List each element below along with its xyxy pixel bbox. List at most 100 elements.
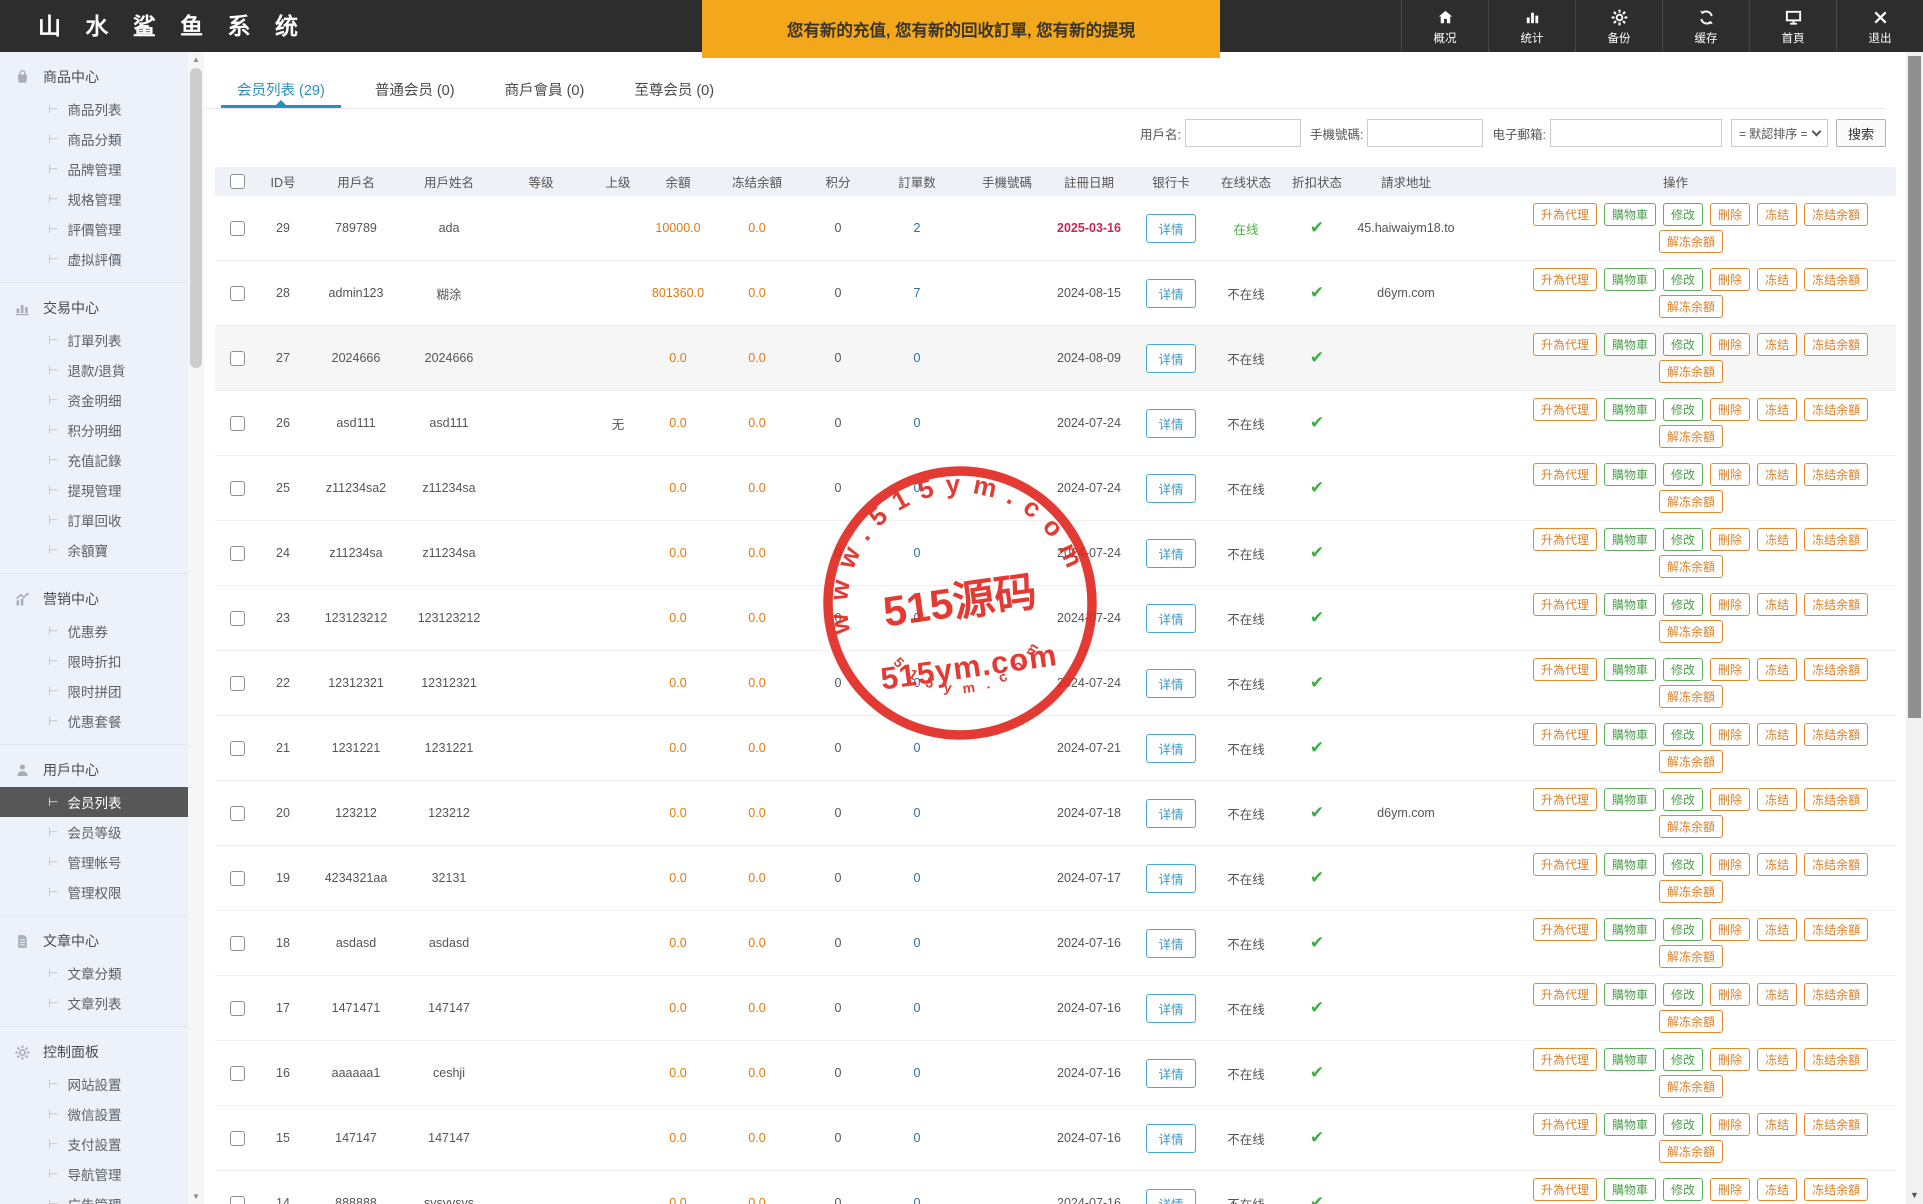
sidebar-item-资金明细[interactable]: ⊢资金明细 xyxy=(0,385,188,415)
sidebar-item-商品分類[interactable]: ⊢商品分類 xyxy=(0,124,188,154)
bank-detail-button[interactable]: 详情 xyxy=(1146,864,1195,893)
action-button-修改[interactable]: 修改 xyxy=(1663,658,1703,681)
action-button-購物車[interactable]: 購物車 xyxy=(1604,723,1656,746)
action-button-購物車[interactable]: 購物車 xyxy=(1604,203,1656,226)
bank-detail-button[interactable]: 详情 xyxy=(1146,279,1195,308)
row-checkbox[interactable] xyxy=(230,351,245,366)
tab-会员列表 (29)[interactable]: 会员列表 (29) xyxy=(235,70,327,108)
member-order-count[interactable]: 0 xyxy=(871,871,963,885)
action-button-解冻余額[interactable]: 解冻余額 xyxy=(1659,1010,1723,1033)
sidebar-item-会员列表[interactable]: ⊢会员列表 xyxy=(0,787,188,817)
bank-detail-button[interactable]: 详情 xyxy=(1146,539,1195,568)
row-checkbox[interactable] xyxy=(230,871,245,886)
action-button-購物車[interactable]: 購物車 xyxy=(1604,1113,1656,1136)
sort-select[interactable]: = 默認排序 = xyxy=(1731,119,1828,147)
member-order-count[interactable]: 2 xyxy=(871,221,963,235)
sidebar-item-规格管理[interactable]: ⊢规格管理 xyxy=(0,184,188,214)
action-button-修改[interactable]: 修改 xyxy=(1663,723,1703,746)
sidebar-item-会员等级[interactable]: ⊢会员等级 xyxy=(0,817,188,847)
bank-detail-button[interactable]: 详情 xyxy=(1146,929,1195,958)
action-button-冻结[interactable]: 冻结 xyxy=(1757,333,1797,356)
action-button-購物車[interactable]: 購物車 xyxy=(1604,983,1656,1006)
action-button-冻结余額[interactable]: 冻结余額 xyxy=(1804,918,1868,941)
action-button-冻结[interactable]: 冻结 xyxy=(1757,983,1797,1006)
topnav-概况[interactable]: 概况 xyxy=(1401,0,1488,52)
action-button-購物車[interactable]: 購物車 xyxy=(1604,268,1656,291)
bank-detail-button[interactable]: 详情 xyxy=(1146,409,1195,438)
sidebar-item-支付設置[interactable]: ⊢支付設置 xyxy=(0,1129,188,1159)
member-order-count[interactable]: 0 xyxy=(871,351,963,365)
action-button-解冻余額[interactable]: 解冻余額 xyxy=(1659,880,1723,903)
sidebar-item-虚拟評價[interactable]: ⊢虚拟評價 xyxy=(0,244,188,274)
sidebar-item-充值記錄[interactable]: ⊢充值記錄 xyxy=(0,445,188,475)
row-checkbox[interactable] xyxy=(230,1001,245,1016)
action-button-冻结[interactable]: 冻结 xyxy=(1757,658,1797,681)
tab-商戶會員 (0)[interactable]: 商戶會員 (0) xyxy=(503,70,587,108)
action-button-修改[interactable]: 修改 xyxy=(1663,203,1703,226)
topnav-备份[interactable]: 备份 xyxy=(1575,0,1662,52)
action-button-解冻余額[interactable]: 解冻余額 xyxy=(1659,360,1723,383)
action-button-修改[interactable]: 修改 xyxy=(1663,398,1703,421)
action-button-購物車[interactable]: 購物車 xyxy=(1604,853,1656,876)
action-button-刪除[interactable]: 刪除 xyxy=(1710,788,1750,811)
action-button-解冻余額[interactable]: 解冻余額 xyxy=(1659,1140,1723,1163)
bank-detail-button[interactable]: 详情 xyxy=(1146,214,1195,243)
action-button-刪除[interactable]: 刪除 xyxy=(1710,333,1750,356)
sidebar-item-文章分類[interactable]: ⊢文章分類 xyxy=(0,958,188,988)
action-button-冻结余額[interactable]: 冻结余額 xyxy=(1804,333,1868,356)
sidebar-section-title[interactable]: 营销中心 xyxy=(0,582,188,616)
action-button-冻结余額[interactable]: 冻结余額 xyxy=(1804,593,1868,616)
sidebar-item-品牌管理[interactable]: ⊢品牌管理 xyxy=(0,154,188,184)
sidebar-section-title[interactable]: 商品中心 xyxy=(0,60,188,94)
sidebar-item-广告管理[interactable]: ⊢广告管理 xyxy=(0,1189,188,1204)
action-button-解冻余額[interactable]: 解冻余額 xyxy=(1659,1075,1723,1098)
member-order-count[interactable]: 0 xyxy=(871,806,963,820)
action-button-解冻余額[interactable]: 解冻余額 xyxy=(1659,685,1723,708)
member-order-count[interactable]: 0 xyxy=(871,416,963,430)
action-button-冻结[interactable]: 冻结 xyxy=(1757,918,1797,941)
action-button-解冻余額[interactable]: 解冻余額 xyxy=(1659,490,1723,513)
page-scrollbar-thumb[interactable] xyxy=(1908,56,1921,718)
action-button-冻结[interactable]: 冻结 xyxy=(1757,203,1797,226)
row-checkbox[interactable] xyxy=(230,676,245,691)
action-button-修改[interactable]: 修改 xyxy=(1663,1113,1703,1136)
bank-detail-button[interactable]: 详情 xyxy=(1146,604,1195,633)
row-checkbox[interactable] xyxy=(230,936,245,951)
sidebar-scrollbar-thumb[interactable] xyxy=(190,68,202,368)
action-button-解冻余額[interactable]: 解冻余額 xyxy=(1659,815,1723,838)
action-button-升為代理[interactable]: 升為代理 xyxy=(1533,788,1597,811)
action-button-刪除[interactable]: 刪除 xyxy=(1710,1113,1750,1136)
action-button-刪除[interactable]: 刪除 xyxy=(1710,398,1750,421)
action-button-解冻余額[interactable]: 解冻余額 xyxy=(1659,555,1723,578)
sidebar-item-优惠券[interactable]: ⊢优惠券 xyxy=(0,616,188,646)
action-button-解冻余額[interactable]: 解冻余額 xyxy=(1659,620,1723,643)
scroll-up-icon[interactable]: ▲ xyxy=(188,55,204,64)
action-button-升為代理[interactable]: 升為代理 xyxy=(1533,918,1597,941)
sidebar-scrollbar[interactable]: ▲ ▼ xyxy=(188,52,204,1204)
action-button-冻结余額[interactable]: 冻结余額 xyxy=(1804,1178,1868,1201)
action-button-刪除[interactable]: 刪除 xyxy=(1710,593,1750,616)
member-order-count[interactable]: 0 xyxy=(871,481,963,495)
bank-detail-button[interactable]: 详情 xyxy=(1146,994,1195,1023)
email-input[interactable] xyxy=(1550,119,1722,147)
action-button-冻结余額[interactable]: 冻结余額 xyxy=(1804,658,1868,681)
action-button-冻结[interactable]: 冻结 xyxy=(1757,398,1797,421)
sidebar-section-title[interactable]: 交易中心 xyxy=(0,291,188,325)
action-button-購物車[interactable]: 購物車 xyxy=(1604,463,1656,486)
action-button-升為代理[interactable]: 升為代理 xyxy=(1533,658,1597,681)
action-button-冻结余額[interactable]: 冻结余額 xyxy=(1804,853,1868,876)
action-button-修改[interactable]: 修改 xyxy=(1663,1178,1703,1201)
row-checkbox[interactable] xyxy=(230,416,245,431)
action-button-修改[interactable]: 修改 xyxy=(1663,788,1703,811)
action-button-修改[interactable]: 修改 xyxy=(1663,983,1703,1006)
action-button-升為代理[interactable]: 升為代理 xyxy=(1533,1113,1597,1136)
row-checkbox[interactable] xyxy=(230,741,245,756)
action-button-升為代理[interactable]: 升為代理 xyxy=(1533,398,1597,421)
sidebar-item-积分明细[interactable]: ⊢积分明细 xyxy=(0,415,188,445)
action-button-修改[interactable]: 修改 xyxy=(1663,593,1703,616)
action-button-購物車[interactable]: 購物車 xyxy=(1604,398,1656,421)
action-button-刪除[interactable]: 刪除 xyxy=(1710,723,1750,746)
action-button-冻结[interactable]: 冻结 xyxy=(1757,723,1797,746)
member-order-count[interactable]: 0 xyxy=(871,1131,963,1145)
action-button-購物車[interactable]: 購物車 xyxy=(1604,658,1656,681)
